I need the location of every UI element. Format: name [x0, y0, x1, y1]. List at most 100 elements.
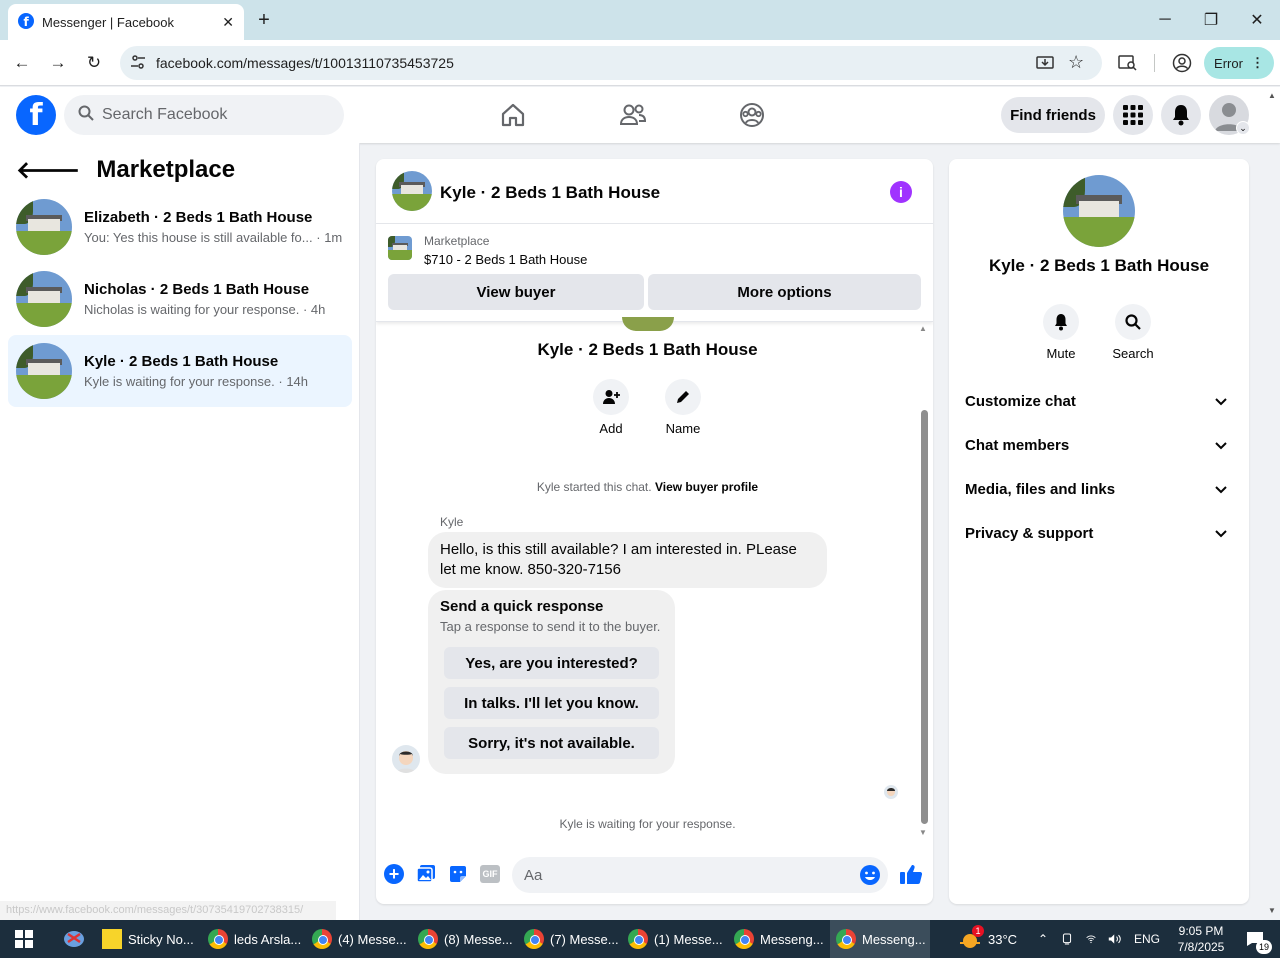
groups-icon[interactable] — [734, 97, 770, 133]
scrollbar-thumb[interactable] — [921, 410, 928, 824]
weather-badge: 1 — [972, 925, 984, 937]
chat-panel: Kyle · 2 Beds 1 Bath House i Marketplace… — [376, 159, 933, 904]
quick-reply-button[interactable]: Yes, are you interested? — [444, 647, 659, 679]
chat-members-section[interactable]: Chat members — [965, 423, 1233, 467]
sticky-notes-icon — [102, 929, 122, 949]
scroll-up-arrow-icon[interactable]: ▲ — [919, 324, 927, 333]
chrome-icon — [208, 929, 228, 949]
taskbar-app-chrome[interactable]: (4) Messe... — [306, 920, 407, 958]
back-arrow-icon[interactable]: 🡐 — [16, 155, 80, 185]
more-options-button[interactable]: More options — [648, 274, 921, 310]
media-files-links-section[interactable]: Media, files and links — [965, 467, 1233, 511]
listing-source: Marketplace — [424, 234, 490, 248]
conversation-name: Nicholas · 2 Beds 1 Bath House — [84, 281, 310, 298]
quick-reply-button[interactable]: Sorry, it's not available. — [444, 727, 659, 759]
clock[interactable]: 9:05 PM 7/8/2025 — [1166, 920, 1236, 958]
like-thumbs-up-icon[interactable] — [899, 862, 923, 889]
reload-button[interactable]: ↻ — [80, 49, 108, 77]
search-facebook-input[interactable]: Search Facebook — [64, 95, 344, 135]
close-window-button[interactable]: ✕ — [1234, 0, 1280, 40]
conversation-item-selected[interactable]: Kyle · 2 Beds 1 Bath House Kyle is waiti… — [8, 335, 352, 407]
chrome-icon — [524, 929, 544, 949]
volume-icon[interactable] — [1102, 920, 1128, 958]
bookmark-star-icon[interactable]: ☆ — [1068, 52, 1084, 73]
account-chevron-icon[interactable]: ⌄ — [1236, 121, 1250, 135]
taskbar-app-chrome[interactable]: (7) Messe... — [518, 920, 619, 958]
taskbar-app-chrome[interactable]: (8) Messe... — [412, 920, 513, 958]
emoji-icon[interactable] — [860, 865, 880, 889]
chat-title[interactable]: Kyle · 2 Beds 1 Bath House — [440, 183, 660, 203]
language-indicator[interactable]: ENG — [1128, 920, 1164, 958]
chrome-icon — [836, 929, 856, 949]
listing-thumbnail[interactable] — [388, 236, 412, 260]
show-hidden-icons-chevron-icon[interactable]: ⌃ — [1032, 920, 1052, 958]
minimize-button[interactable]: ─ — [1142, 0, 1188, 40]
tab-search-icon[interactable] — [1118, 54, 1138, 75]
error-menu-button[interactable]: Error ⋮ — [1204, 47, 1274, 79]
listing-title[interactable]: $710 - 2 Beds 1 Bath House — [424, 252, 587, 267]
view-buyer-button[interactable]: View buyer — [388, 274, 644, 310]
taskbar-app-chrome[interactable]: (1) Messe... — [622, 920, 724, 958]
forward-button[interactable]: → — [44, 49, 72, 77]
status-bar-url: https://www.facebook.com/messages/t/3073… — [0, 901, 336, 920]
meet-now-icon[interactable] — [1056, 920, 1078, 958]
notifications-bell-icon[interactable] — [1161, 95, 1201, 135]
facebook-logo-icon[interactable]: f — [16, 95, 56, 135]
browser-tab[interactable]: f Messenger | Facebook ✕ — [8, 4, 244, 40]
taskbar-app-sticky-notes[interactable]: Sticky No... — [96, 920, 194, 958]
taskbar-app-chrome[interactable]: leds Arsla... — [202, 920, 302, 958]
find-friends-button[interactable]: Find friends — [1001, 97, 1105, 133]
conversation-preview: You: Yes this house is still available f… — [84, 230, 313, 245]
chat-profile-name: Kyle · 2 Beds 1 Bath House — [537, 340, 758, 359]
search-in-chat-control[interactable]: Search — [1111, 304, 1155, 361]
start-windows-icon[interactable] — [8, 920, 40, 958]
taskbar-app-chrome[interactable]: Messeng... — [728, 920, 828, 958]
install-app-icon[interactable] — [1036, 54, 1054, 75]
profile-icon[interactable] — [1172, 53, 1192, 76]
gif-icon[interactable]: GIF — [480, 865, 500, 883]
wifi-icon[interactable] — [1080, 920, 1102, 958]
info-icon[interactable]: i — [890, 181, 912, 203]
chrome-icon — [628, 929, 648, 949]
site-settings-icon[interactable] — [130, 54, 146, 73]
sender-avatar[interactable] — [392, 745, 420, 773]
privacy-support-section[interactable]: Privacy & support — [965, 511, 1233, 555]
home-icon[interactable] — [495, 97, 531, 133]
nickname-control[interactable]: Name — [662, 379, 704, 436]
weather-widget[interactable]: 1 33°C — [952, 920, 1032, 958]
taskbar-label: Sticky No... — [128, 931, 194, 947]
notification-center-icon[interactable]: 19 — [1236, 920, 1274, 958]
customize-chat-section[interactable]: Customize chat — [965, 379, 1233, 423]
taskbar-app-chrome-active[interactable]: Messeng... — [830, 920, 930, 958]
scroll-down-arrow-icon[interactable]: ▼ — [919, 828, 927, 837]
menu-grid-icon[interactable] — [1113, 95, 1153, 135]
message-bubble[interactable]: Hello, is this still available? I am int… — [428, 532, 827, 588]
mute-control[interactable]: Mute — [1041, 304, 1081, 361]
quick-reply-button[interactable]: In talks. I'll let you know. — [444, 687, 659, 719]
notification-count-badge: 19 — [1256, 940, 1272, 954]
snipping-tool-icon[interactable] — [56, 920, 92, 958]
conversation-name: Elizabeth · 2 Beds 1 Bath House — [84, 209, 313, 226]
close-tab-icon[interactable]: ✕ — [222, 14, 234, 31]
photo-icon[interactable] — [416, 864, 436, 887]
page-scroll-down-icon[interactable]: ▼ — [1268, 906, 1276, 915]
chat-avatar[interactable] — [392, 171, 432, 211]
message-input[interactable]: Aa — [512, 857, 888, 893]
restore-button[interactable]: ❐ — [1188, 0, 1234, 40]
address-bar[interactable]: facebook.com/messages/t/1001311073545372… — [120, 46, 1102, 80]
sticker-icon[interactable] — [448, 864, 468, 887]
page-scroll-up-icon[interactable]: ▲ — [1268, 91, 1276, 100]
conversation-item[interactable]: Nicholas · 2 Beds 1 Bath House Nicholas … — [8, 263, 352, 335]
chat-scrollbar[interactable]: ▲ ▼ — [919, 324, 929, 844]
new-tab-button[interactable]: + — [252, 8, 276, 32]
add-people-control[interactable]: Add — [592, 379, 630, 436]
plus-icon[interactable]: + — [384, 864, 404, 884]
conversation-item[interactable]: Elizabeth · 2 Beds 1 Bath House You: Yes… — [8, 191, 352, 263]
back-button[interactable]: ← — [8, 49, 36, 77]
quick-response-title: Send a quick response — [440, 598, 604, 615]
friends-icon[interactable] — [615, 97, 651, 133]
contact-avatar[interactable] — [1063, 175, 1135, 247]
conversation-preview: Kyle is waiting for your response. — [84, 374, 275, 389]
view-buyer-profile-link[interactable]: View buyer profile — [655, 480, 758, 494]
clock-date: 7/8/2025 — [1177, 940, 1225, 954]
